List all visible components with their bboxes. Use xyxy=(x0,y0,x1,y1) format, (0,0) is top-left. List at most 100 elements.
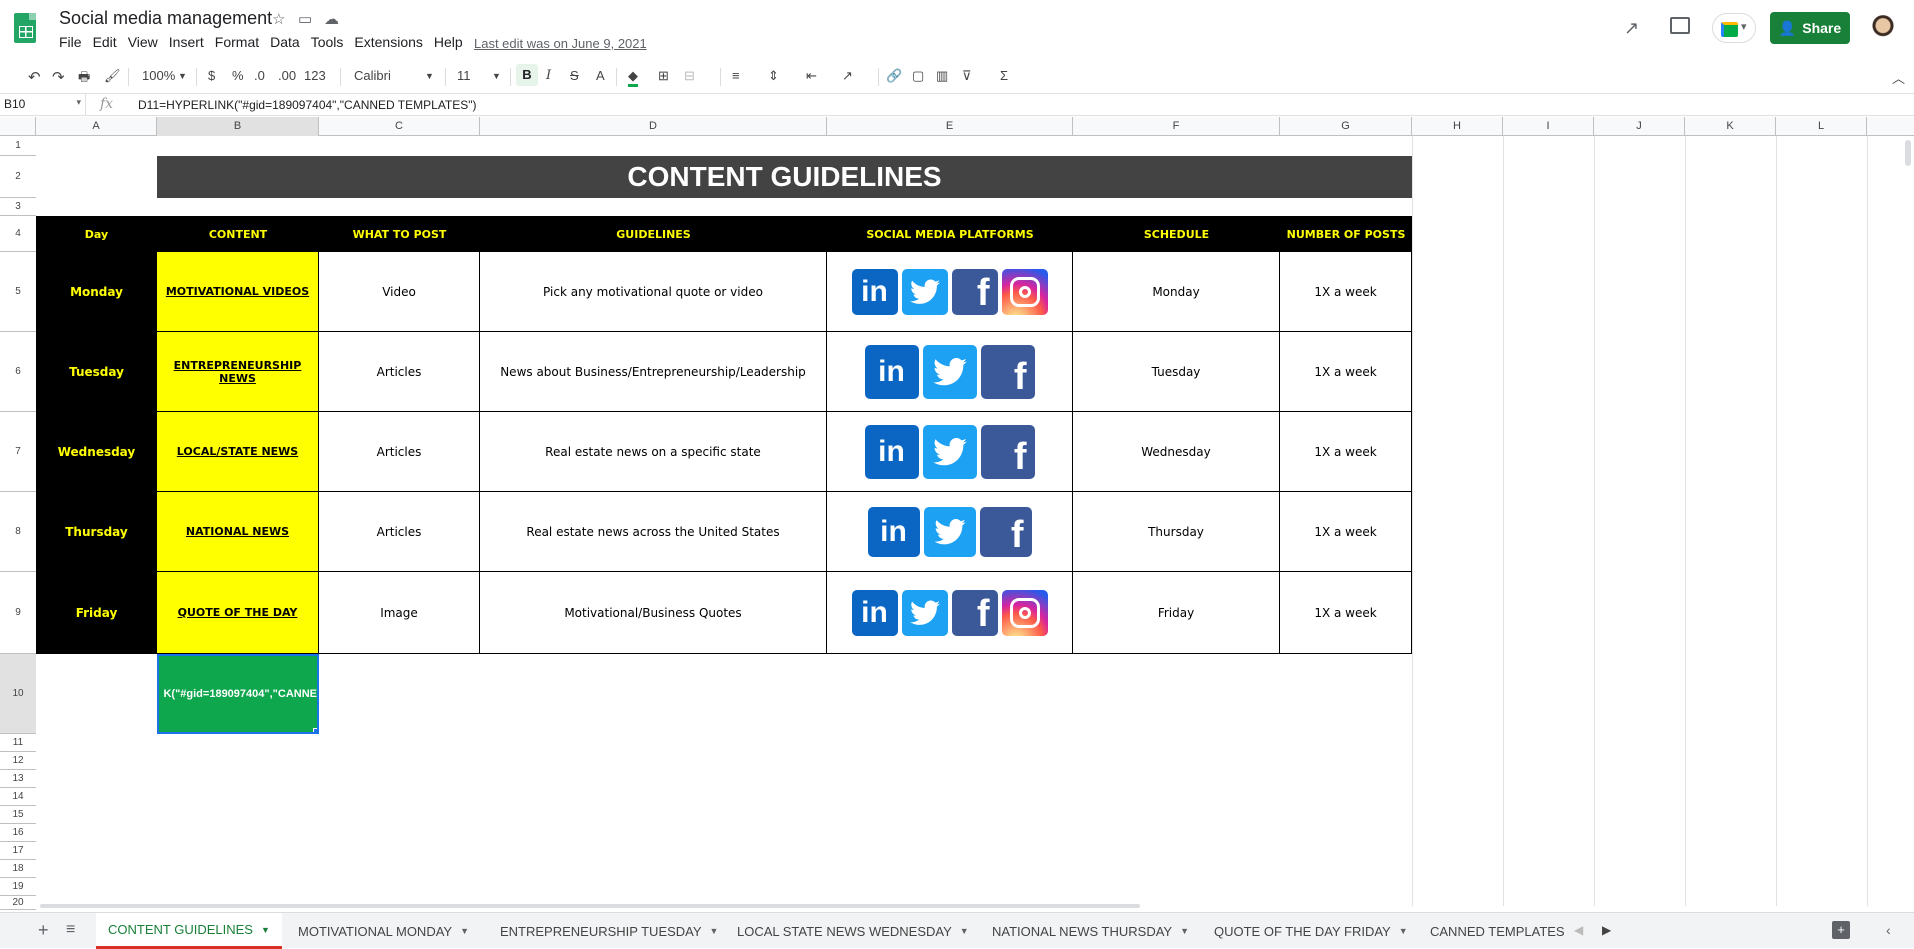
row-header-16[interactable]: 16 xyxy=(0,824,36,842)
row-header-3[interactable]: 3 xyxy=(0,198,36,216)
sheet-title[interactable]: CONTENT GUIDELINES xyxy=(157,156,1412,198)
cell-number-of-posts[interactable]: 1X a week xyxy=(1280,572,1412,654)
tab-national-news-thursday[interactable]: NATIONAL NEWS THURSDAY ▼ xyxy=(980,913,1201,949)
name-box[interactable]: B10 xyxy=(0,94,86,116)
row-header-19[interactable]: 19 xyxy=(0,878,36,896)
header-content[interactable]: CONTENT xyxy=(157,216,319,252)
cell-schedule[interactable]: Tuesday xyxy=(1073,332,1280,412)
cell-content-link[interactable]: QUOTE OF THE DAY xyxy=(157,572,319,654)
menu-format[interactable]: Format xyxy=(215,34,259,50)
cell-guidelines[interactable]: News about Business/Entrepreneurship/Lea… xyxy=(480,332,827,412)
menu-insert[interactable]: Insert xyxy=(169,34,204,50)
menu-extensions[interactable]: Extensions xyxy=(354,34,422,50)
row-header-15[interactable]: 15 xyxy=(0,806,36,824)
row-header-20[interactable]: 20 xyxy=(0,896,36,910)
row-header-5[interactable]: 5 xyxy=(0,252,36,332)
cell-number-of-posts[interactable]: 1X a week xyxy=(1280,492,1412,572)
cell-day-monday[interactable]: Monday xyxy=(36,252,157,332)
functions-icon[interactable]: Σ xyxy=(1000,68,1008,83)
row-header-17[interactable]: 17 xyxy=(0,842,36,860)
cell-guidelines[interactable]: Motivational/Business Quotes xyxy=(480,572,827,654)
row-header-6[interactable]: 6 xyxy=(0,332,36,412)
row-header-2[interactable]: 2 xyxy=(0,156,36,198)
text-wrap-icon[interactable]: ⇤ xyxy=(806,68,817,84)
insert-link-icon[interactable]: 🔗 xyxy=(886,68,902,84)
sheets-logo-icon[interactable] xyxy=(14,13,36,43)
vertical-align-icon[interactable]: ⇕ xyxy=(768,68,779,84)
menu-file[interactable]: File xyxy=(59,34,82,50)
cell-schedule[interactable]: Friday xyxy=(1073,572,1280,654)
move-folder-icon[interactable]: ▭ xyxy=(298,10,312,28)
insert-comment-icon[interactable]: ▢ xyxy=(912,68,924,84)
cell-platforms[interactable]: in f xyxy=(827,252,1073,332)
cell-what-to-post[interactable]: Articles xyxy=(319,412,480,492)
menu-help[interactable]: Help xyxy=(434,34,463,50)
percent-format-button[interactable]: % xyxy=(232,68,244,83)
selected-cell-b10[interactable]: K("#gid=189097404","CANNE xyxy=(157,654,319,734)
horizontal-align-icon[interactable]: ≡ xyxy=(732,68,740,83)
scroll-tabs-right-icon[interactable]: ▶ xyxy=(1602,923,1611,937)
merge-cells-icon[interactable]: ⊟ xyxy=(684,68,695,84)
chevron-down-icon[interactable]: ▼ xyxy=(1399,926,1408,936)
formula-input[interactable]: D11=HYPERLINK("#gid=189097404","CANNED T… xyxy=(138,98,477,112)
more-formats-button[interactable]: 123 xyxy=(304,68,326,83)
tab-canned-templates[interactable]: CANNED TEMPLATES xyxy=(1418,913,1564,949)
column-header-e[interactable]: E xyxy=(827,117,1073,136)
cell-schedule[interactable]: Monday xyxy=(1073,252,1280,332)
header-guidelines[interactable]: GUIDELINES xyxy=(480,216,827,252)
select-all-corner[interactable] xyxy=(0,117,36,136)
tab-quote-of-the-day-friday[interactable]: QUOTE OF THE DAY FRIDAY ▼ xyxy=(1202,913,1420,949)
column-header-b[interactable]: B xyxy=(157,117,319,136)
column-header-i[interactable]: I xyxy=(1503,117,1594,136)
row-header-14[interactable]: 14 xyxy=(0,788,36,806)
share-button[interactable]: 👤 Share xyxy=(1770,12,1850,44)
column-header-j[interactable]: J xyxy=(1594,117,1685,136)
activity-trend-icon[interactable]: ↗ xyxy=(1624,18,1639,39)
chevron-down-icon[interactable]: ▼ xyxy=(460,926,469,936)
cell-number-of-posts[interactable]: 1X a week xyxy=(1280,252,1412,332)
column-header-g[interactable]: G xyxy=(1280,117,1412,136)
explore-icon[interactable]: + xyxy=(1832,921,1850,939)
chevron-down-icon[interactable]: ▼ xyxy=(710,926,719,936)
cell-day-tuesday[interactable]: Tuesday xyxy=(36,332,157,412)
cell-guidelines[interactable]: Real estate news across the United State… xyxy=(480,492,827,572)
cell-what-to-post[interactable]: Video xyxy=(319,252,480,332)
column-header-c[interactable]: C xyxy=(319,117,480,136)
menu-tools[interactable]: Tools xyxy=(311,34,344,50)
row-header-12[interactable]: 12 xyxy=(0,752,36,770)
tab-local-state-news-wednesday[interactable]: LOCAL STATE NEWS WEDNESDAY ▼ xyxy=(725,913,981,949)
font-size-select[interactable]: 11 xyxy=(457,68,471,83)
header-what-to-post[interactable]: WHAT TO POST xyxy=(319,216,480,252)
increase-decimal-button[interactable]: .00 xyxy=(278,68,296,83)
meet-button[interactable] xyxy=(1712,13,1756,43)
column-header-k[interactable]: K xyxy=(1685,117,1776,136)
cell-what-to-post[interactable]: Articles xyxy=(319,492,480,572)
all-sheets-icon[interactable]: ≡ xyxy=(66,921,75,939)
currency-format-button[interactable]: $ xyxy=(208,68,215,83)
row-header-10[interactable]: 10 xyxy=(0,654,36,734)
tab-motivational-monday[interactable]: MOTIVATIONAL MONDAY ▼ xyxy=(286,913,481,949)
cloud-status-icon[interactable]: ☁ xyxy=(324,10,339,28)
tab-entrepreneurship-tuesday[interactable]: ENTREPRENEURSHIP TUESDAY ▼ xyxy=(488,913,730,949)
fill-handle[interactable] xyxy=(313,728,317,732)
cell-content-link[interactable]: NATIONAL NEWS xyxy=(157,492,319,572)
zoom-select[interactable]: 100% xyxy=(142,68,175,83)
chevron-down-icon[interactable]: ▼ xyxy=(1180,926,1189,936)
account-avatar[interactable] xyxy=(1869,15,1897,43)
row-header-13[interactable]: 13 xyxy=(0,770,36,788)
cell-platforms[interactable]: in f xyxy=(827,492,1073,572)
menu-view[interactable]: View xyxy=(128,34,158,50)
cell-content-link[interactable]: LOCAL/STATE NEWS xyxy=(157,412,319,492)
tab-content-guidelines[interactable]: CONTENT GUIDELINES ▼ xyxy=(96,913,282,949)
cell-content-link[interactable]: MOTIVATIONAL VIDEOS xyxy=(157,252,319,332)
strikethrough-icon[interactable]: S xyxy=(570,68,579,83)
fill-color-icon[interactable]: ◆ xyxy=(628,68,638,87)
row-header-1[interactable]: 1 xyxy=(0,136,36,156)
cell-number-of-posts[interactable]: 1X a week xyxy=(1280,412,1412,492)
column-header-a[interactable]: A xyxy=(36,117,157,136)
collapse-menus-icon[interactable]: ︿ xyxy=(1892,68,1905,87)
scroll-tabs-left-icon[interactable]: ◀ xyxy=(1574,923,1583,937)
cell-schedule[interactable]: Wednesday xyxy=(1073,412,1280,492)
decrease-decimal-button[interactable]: .0 xyxy=(254,68,265,83)
cell-content-link[interactable]: ENTREPRENEURSHIP NEWS xyxy=(157,332,319,412)
